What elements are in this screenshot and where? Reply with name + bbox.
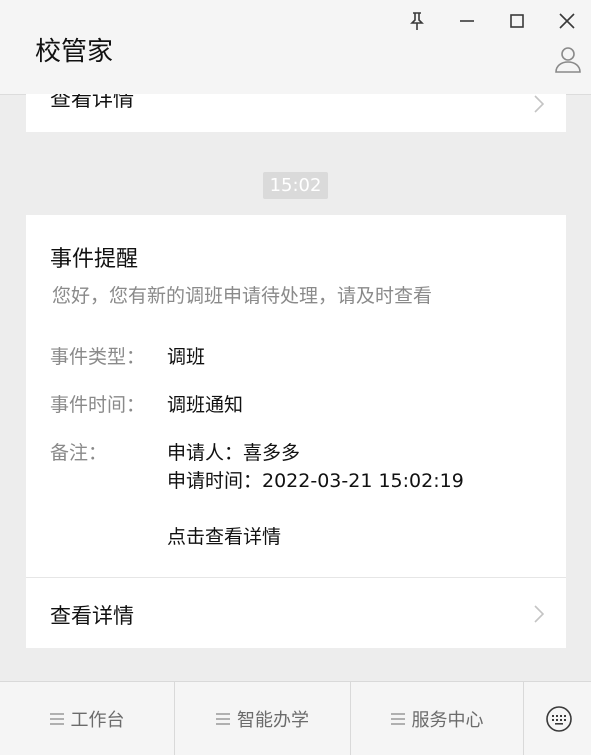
chevron-right-icon — [534, 95, 544, 113]
event-card-subtitle: 您好，您有新的调班申请待处理，请及时查看 — [52, 285, 433, 307]
event-type-label: 事件类型： — [50, 346, 146, 368]
menu-icon — [216, 712, 230, 725]
event-time-label: 事件时间： — [50, 394, 146, 416]
chevron-right-icon — [534, 605, 544, 623]
event-time-value: 调班通知 — [167, 394, 244, 416]
event-type-value: 调班 — [167, 346, 206, 368]
message-timestamp: 15:02 — [263, 172, 328, 199]
menu-service-center-label: 服务中心 — [411, 709, 484, 731]
pin-icon[interactable] — [406, 10, 428, 32]
remark-apply-time: 申请时间：2022-03-21 15:02:19 — [167, 470, 464, 492]
menu-icon — [49, 712, 64, 725]
menu-separator — [523, 682, 524, 755]
bottom-menu-bar: 工作台 智能办学 服务中心 — [0, 681, 591, 755]
previous-message-card[interactable]: 查看详情 — [26, 94, 566, 132]
card-divider — [26, 577, 566, 578]
view-details-link[interactable]: 查看详情 — [50, 600, 134, 630]
menu-icon — [390, 712, 405, 725]
menu-workbench[interactable]: 工作台 — [0, 682, 174, 755]
close-icon[interactable] — [556, 10, 578, 32]
menu-workbench-label: 工作台 — [70, 709, 125, 731]
previous-view-details-link[interactable]: 查看详情 — [50, 94, 134, 113]
menu-smart-education-label: 智能办学 — [237, 709, 309, 731]
keyboard-icon[interactable] — [545, 705, 573, 733]
remark-view-details[interactable]: 点击查看详情 — [167, 522, 281, 549]
event-reminder-card[interactable]: 事件提醒 您好，您有新的调班申请待处理，请及时查看 事件类型： 调班 事件时间：… — [26, 215, 566, 648]
menu-service-center[interactable]: 服务中心 — [351, 682, 523, 755]
chat-title: 校管家 — [35, 37, 114, 67]
event-card-title: 事件提醒 — [50, 247, 139, 272]
remark-label: 备注： — [50, 442, 108, 464]
maximize-icon[interactable] — [506, 10, 528, 32]
remark-applicant: 申请人：喜多多 — [167, 442, 301, 464]
chat-header: 校管家 — [0, 0, 591, 95]
menu-smart-education[interactable]: 智能办学 — [175, 682, 350, 755]
minimize-icon[interactable] — [456, 10, 478, 32]
user-icon[interactable] — [553, 44, 583, 74]
